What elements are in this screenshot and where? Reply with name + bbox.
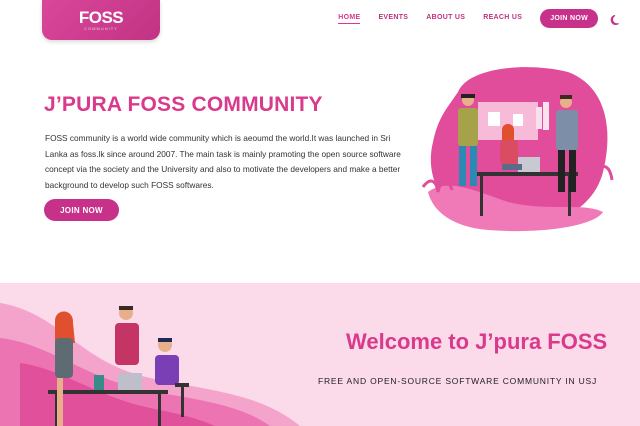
nav-reach-us[interactable]: REACH US [483, 14, 522, 23]
welcome-illustration [0, 303, 300, 426]
nav-events[interactable]: EVENTS [378, 14, 408, 23]
welcome-title: Welcome to J’pura FOSS [346, 329, 608, 354]
join-now-nav-button[interactable]: JOIN NOW [540, 9, 598, 28]
logo-text: FOSS [78, 8, 124, 27]
welcome-section: Welcome to J’pura FOSS FREE AND OPEN-SOU… [0, 283, 640, 426]
hero-join-button[interactable]: JOIN NOW [44, 199, 119, 221]
nav-about-us[interactable]: ABOUT US [426, 14, 465, 23]
logo-subtext: COMMUNITY [84, 26, 118, 31]
moon-icon[interactable] [610, 13, 622, 25]
welcome-subtitle: FREE AND OPEN-SOURCE SOFTWARE COMMUNITY … [318, 376, 598, 386]
logo[interactable]: FOSS COMMUNITY [42, 0, 160, 40]
nav-home[interactable]: HOME [338, 14, 361, 24]
hero-illustration [421, 67, 614, 232]
hero-description: FOSS community is a world wide community… [45, 133, 401, 190]
hero-title: J’PURA FOSS COMMUNITY [44, 93, 323, 116]
nav-bar: HOME EVENTS ABOUT US REACH US JOIN NOW [338, 9, 622, 28]
